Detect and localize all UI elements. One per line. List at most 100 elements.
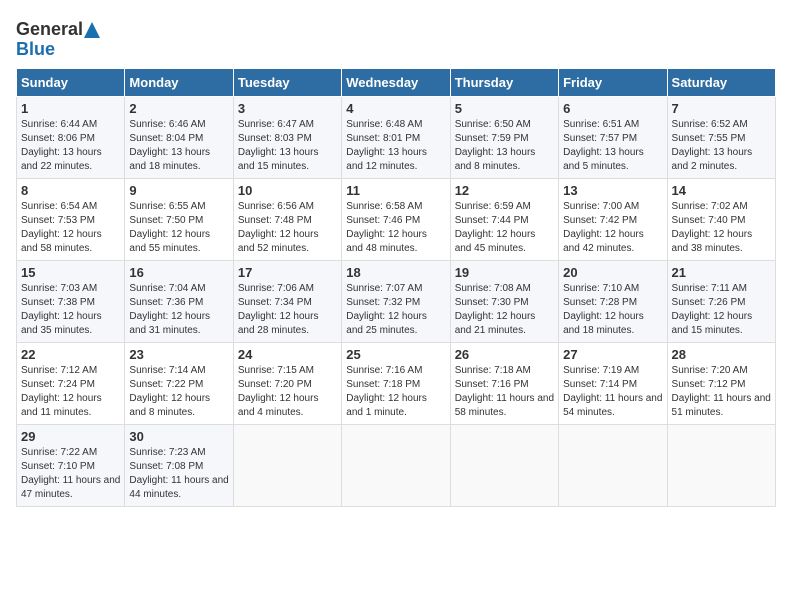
- sunset-label: Sunset: 7:10 PM: [21, 461, 95, 472]
- sunset-label: Sunset: 7:46 PM: [346, 215, 420, 226]
- sunrise-label: Sunrise: 7:16 AM: [346, 365, 422, 376]
- sunset-label: Sunset: 7:34 PM: [238, 297, 312, 308]
- calendar-cell: 18 Sunrise: 7:07 AM Sunset: 7:32 PM Dayl…: [342, 260, 450, 342]
- daylight-label: Daylight: 11 hours and 54 minutes.: [563, 393, 662, 418]
- day-number: 10: [238, 183, 337, 198]
- logo-icon: [83, 21, 101, 39]
- sunrise-label: Sunrise: 6:44 AM: [21, 119, 97, 130]
- day-info: Sunrise: 6:59 AM Sunset: 7:44 PM Dayligh…: [455, 200, 554, 256]
- day-number: 11: [346, 183, 445, 198]
- col-header-saturday: Saturday: [667, 68, 775, 96]
- sunset-label: Sunset: 7:53 PM: [21, 215, 95, 226]
- daylight-label: Daylight: 13 hours and 8 minutes.: [455, 147, 536, 172]
- sunset-label: Sunset: 7:18 PM: [346, 379, 420, 390]
- daylight-label: Daylight: 12 hours and 55 minutes.: [129, 229, 210, 254]
- sunrise-label: Sunrise: 7:14 AM: [129, 365, 205, 376]
- day-number: 13: [563, 183, 662, 198]
- sunrise-label: Sunrise: 6:52 AM: [672, 119, 748, 130]
- sunrise-label: Sunrise: 6:47 AM: [238, 119, 314, 130]
- sunset-label: Sunset: 7:55 PM: [672, 133, 746, 144]
- logo-blue: Blue: [16, 40, 55, 60]
- day-info: Sunrise: 7:11 AM Sunset: 7:26 PM Dayligh…: [672, 282, 771, 338]
- calendar-cell: [559, 424, 667, 506]
- sunset-label: Sunset: 7:50 PM: [129, 215, 203, 226]
- day-number: 5: [455, 101, 554, 116]
- day-number: 29: [21, 429, 120, 444]
- calendar-cell: 3 Sunrise: 6:47 AM Sunset: 8:03 PM Dayli…: [233, 96, 341, 178]
- day-number: 9: [129, 183, 228, 198]
- daylight-label: Daylight: 12 hours and 15 minutes.: [672, 311, 753, 336]
- sunrise-label: Sunrise: 7:19 AM: [563, 365, 639, 376]
- sunset-label: Sunset: 7:20 PM: [238, 379, 312, 390]
- calendar-week-2: 8 Sunrise: 6:54 AM Sunset: 7:53 PM Dayli…: [17, 178, 776, 260]
- sunrise-label: Sunrise: 7:00 AM: [563, 201, 639, 212]
- daylight-label: Daylight: 12 hours and 48 minutes.: [346, 229, 427, 254]
- daylight-label: Daylight: 13 hours and 2 minutes.: [672, 147, 753, 172]
- day-number: 14: [672, 183, 771, 198]
- daylight-label: Daylight: 12 hours and 11 minutes.: [21, 393, 102, 418]
- day-info: Sunrise: 6:52 AM Sunset: 7:55 PM Dayligh…: [672, 118, 771, 174]
- logo: General Blue: [16, 16, 101, 60]
- sunrise-label: Sunrise: 7:22 AM: [21, 447, 97, 458]
- calendar-week-4: 22 Sunrise: 7:12 AM Sunset: 7:24 PM Dayl…: [17, 342, 776, 424]
- sunset-label: Sunset: 7:16 PM: [455, 379, 529, 390]
- day-info: Sunrise: 7:03 AM Sunset: 7:38 PM Dayligh…: [21, 282, 120, 338]
- calendar-cell: 28 Sunrise: 7:20 AM Sunset: 7:12 PM Dayl…: [667, 342, 775, 424]
- sunrise-label: Sunrise: 6:50 AM: [455, 119, 531, 130]
- sunset-label: Sunset: 7:24 PM: [21, 379, 95, 390]
- sunset-label: Sunset: 7:48 PM: [238, 215, 312, 226]
- sunrise-label: Sunrise: 7:06 AM: [238, 283, 314, 294]
- sunset-label: Sunset: 7:32 PM: [346, 297, 420, 308]
- day-number: 27: [563, 347, 662, 362]
- sunset-label: Sunset: 8:01 PM: [346, 133, 420, 144]
- sunrise-label: Sunrise: 6:55 AM: [129, 201, 205, 212]
- sunset-label: Sunset: 7:57 PM: [563, 133, 637, 144]
- sunset-label: Sunset: 8:06 PM: [21, 133, 95, 144]
- day-info: Sunrise: 6:58 AM Sunset: 7:46 PM Dayligh…: [346, 200, 445, 256]
- day-number: 24: [238, 347, 337, 362]
- daylight-label: Daylight: 12 hours and 18 minutes.: [563, 311, 644, 336]
- calendar-cell: 17 Sunrise: 7:06 AM Sunset: 7:34 PM Dayl…: [233, 260, 341, 342]
- calendar-cell: [342, 424, 450, 506]
- col-header-monday: Monday: [125, 68, 233, 96]
- sunrise-label: Sunrise: 6:58 AM: [346, 201, 422, 212]
- col-header-wednesday: Wednesday: [342, 68, 450, 96]
- day-info: Sunrise: 6:47 AM Sunset: 8:03 PM Dayligh…: [238, 118, 337, 174]
- sunset-label: Sunset: 7:38 PM: [21, 297, 95, 308]
- daylight-label: Daylight: 13 hours and 15 minutes.: [238, 147, 319, 172]
- sunrise-label: Sunrise: 7:15 AM: [238, 365, 314, 376]
- day-number: 1: [21, 101, 120, 116]
- calendar-cell: 16 Sunrise: 7:04 AM Sunset: 7:36 PM Dayl…: [125, 260, 233, 342]
- col-header-tuesday: Tuesday: [233, 68, 341, 96]
- calendar-week-1: 1 Sunrise: 6:44 AM Sunset: 8:06 PM Dayli…: [17, 96, 776, 178]
- daylight-label: Daylight: 11 hours and 44 minutes.: [129, 475, 228, 500]
- sunset-label: Sunset: 7:14 PM: [563, 379, 637, 390]
- day-info: Sunrise: 7:22 AM Sunset: 7:10 PM Dayligh…: [21, 446, 120, 502]
- calendar-header-row: SundayMondayTuesdayWednesdayThursdayFrid…: [17, 68, 776, 96]
- calendar-week-5: 29 Sunrise: 7:22 AM Sunset: 7:10 PM Dayl…: [17, 424, 776, 506]
- day-number: 2: [129, 101, 228, 116]
- sunset-label: Sunset: 7:40 PM: [672, 215, 746, 226]
- day-number: 7: [672, 101, 771, 116]
- calendar-cell: 21 Sunrise: 7:11 AM Sunset: 7:26 PM Dayl…: [667, 260, 775, 342]
- sunset-label: Sunset: 7:42 PM: [563, 215, 637, 226]
- day-number: 6: [563, 101, 662, 116]
- daylight-label: Daylight: 12 hours and 1 minute.: [346, 393, 427, 418]
- day-info: Sunrise: 7:19 AM Sunset: 7:14 PM Dayligh…: [563, 364, 662, 420]
- day-info: Sunrise: 6:54 AM Sunset: 7:53 PM Dayligh…: [21, 200, 120, 256]
- sunrise-label: Sunrise: 6:46 AM: [129, 119, 205, 130]
- calendar-cell: [233, 424, 341, 506]
- day-info: Sunrise: 7:18 AM Sunset: 7:16 PM Dayligh…: [455, 364, 554, 420]
- day-number: 8: [21, 183, 120, 198]
- calendar-week-3: 15 Sunrise: 7:03 AM Sunset: 7:38 PM Dayl…: [17, 260, 776, 342]
- calendar-cell: 26 Sunrise: 7:18 AM Sunset: 7:16 PM Dayl…: [450, 342, 558, 424]
- daylight-label: Daylight: 13 hours and 22 minutes.: [21, 147, 102, 172]
- calendar-cell: 25 Sunrise: 7:16 AM Sunset: 7:18 PM Dayl…: [342, 342, 450, 424]
- calendar-cell: 8 Sunrise: 6:54 AM Sunset: 7:53 PM Dayli…: [17, 178, 125, 260]
- sunrise-label: Sunrise: 6:51 AM: [563, 119, 639, 130]
- calendar-cell: 13 Sunrise: 7:00 AM Sunset: 7:42 PM Dayl…: [559, 178, 667, 260]
- calendar-cell: 27 Sunrise: 7:19 AM Sunset: 7:14 PM Dayl…: [559, 342, 667, 424]
- day-number: 16: [129, 265, 228, 280]
- day-number: 23: [129, 347, 228, 362]
- daylight-label: Daylight: 12 hours and 58 minutes.: [21, 229, 102, 254]
